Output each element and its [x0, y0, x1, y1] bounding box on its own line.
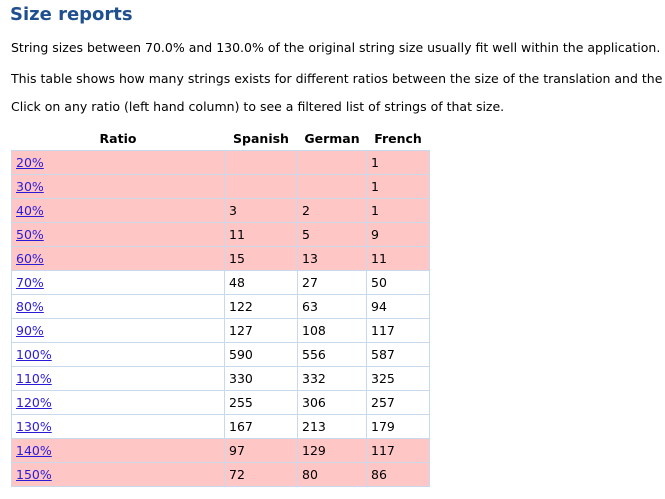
ratio-link[interactable]: 70% — [16, 275, 44, 290]
french-count-cell: 1 — [366, 150, 430, 175]
ratio-link[interactable]: 100% — [16, 347, 52, 362]
french-count-cell: 325 — [366, 366, 430, 391]
spanish-count-cell: 72 — [224, 462, 298, 487]
german-count-cell: 5 — [297, 222, 367, 247]
spanish-count-cell — [224, 150, 298, 175]
french-count-cell: 1 — [366, 198, 430, 223]
table-row: 70% 48 27 50 — [11, 270, 430, 295]
spanish-count-cell: 167 — [224, 414, 298, 439]
french-count-cell: 50 — [366, 270, 430, 295]
table-row: 60% 15 13 11 — [11, 246, 430, 271]
table-row: 100% 590 556 587 — [11, 342, 430, 367]
french-count-cell: 94 — [366, 294, 430, 319]
table-row: 130% 167 213 179 — [11, 414, 430, 439]
table-row: 120% 255 306 257 — [11, 390, 430, 415]
header-french: French — [366, 126, 430, 151]
spanish-count-cell: 3 — [224, 198, 298, 223]
french-count-cell: 587 — [366, 342, 430, 367]
size-reports-page: Size reports String sizes between 70.0% … — [0, 0, 665, 499]
size-report-table: Ratio Spanish German French 20% 1 30% 1 40% 3… — [11, 126, 430, 487]
german-count-cell: 213 — [297, 414, 367, 439]
german-count-cell: 80 — [297, 462, 367, 487]
table-body: 20% 1 30% 1 40% 3 2 1 50% 11 5 9 60% 15 13 11 70% 48 27 50 8… — [11, 150, 430, 487]
ratio-link[interactable]: 60% — [16, 251, 44, 266]
french-count-cell: 11 — [366, 246, 430, 271]
table-header-row: Ratio Spanish German French — [11, 126, 430, 151]
ratio-link[interactable]: 20% — [16, 155, 44, 170]
instruction-text: Click on any ratio (left hand column) to… — [11, 99, 505, 114]
intro-text: String sizes between 70.0% and 130.0% of… — [11, 40, 661, 55]
header-spanish: Spanish — [224, 126, 298, 151]
table-row: 40% 3 2 1 — [11, 198, 430, 223]
spanish-count-cell: 127 — [224, 318, 298, 343]
ratio-link[interactable]: 120% — [16, 395, 52, 410]
ratio-link[interactable]: 50% — [16, 227, 44, 242]
spanish-count-cell: 330 — [224, 366, 298, 391]
ratio-link[interactable]: 130% — [16, 419, 52, 434]
german-count-cell: 13 — [297, 246, 367, 271]
ratio-cell: 120% — [11, 390, 225, 415]
german-count-cell: 306 — [297, 390, 367, 415]
table-row: 150% 72 80 86 — [11, 462, 430, 487]
french-count-cell: 257 — [366, 390, 430, 415]
french-count-cell: 9 — [366, 222, 430, 247]
german-count-cell: 332 — [297, 366, 367, 391]
table-row: 80% 122 63 94 — [11, 294, 430, 319]
ratio-link[interactable]: 90% — [16, 323, 44, 338]
table-row: 30% 1 — [11, 174, 430, 199]
ratio-link[interactable]: 40% — [16, 203, 44, 218]
spanish-count-cell: 48 — [224, 270, 298, 295]
description-text: This table shows how many strings exists… — [11, 71, 665, 86]
spanish-count-cell: 97 — [224, 438, 298, 463]
ratio-cell: 150% — [11, 462, 225, 487]
ratio-cell: 40% — [11, 198, 225, 223]
page-title: Size reports — [10, 4, 133, 25]
ratio-cell: 110% — [11, 366, 225, 391]
german-count-cell: 27 — [297, 270, 367, 295]
ratio-cell: 140% — [11, 438, 225, 463]
german-count-cell: 63 — [297, 294, 367, 319]
german-count-cell — [297, 174, 367, 199]
ratio-link[interactable]: 30% — [16, 179, 44, 194]
ratio-cell: 90% — [11, 318, 225, 343]
french-count-cell: 1 — [366, 174, 430, 199]
ratio-link[interactable]: 140% — [16, 443, 52, 458]
french-count-cell: 117 — [366, 318, 430, 343]
ratio-link[interactable]: 80% — [16, 299, 44, 314]
table-row: 20% 1 — [11, 150, 430, 175]
ratio-cell: 70% — [11, 270, 225, 295]
table-row: 140% 97 129 117 — [11, 438, 430, 463]
french-count-cell: 117 — [366, 438, 430, 463]
german-count-cell: 2 — [297, 198, 367, 223]
header-ratio: Ratio — [11, 126, 225, 151]
table-row: 110% 330 332 325 — [11, 366, 430, 391]
french-count-cell: 86 — [366, 462, 430, 487]
german-count-cell — [297, 150, 367, 175]
german-count-cell: 108 — [297, 318, 367, 343]
spanish-count-cell: 122 — [224, 294, 298, 319]
spanish-count-cell — [224, 174, 298, 199]
table-row: 90% 127 108 117 — [11, 318, 430, 343]
ratio-cell: 30% — [11, 174, 225, 199]
ratio-link[interactable]: 110% — [16, 371, 52, 386]
header-german: German — [297, 126, 367, 151]
spanish-count-cell: 255 — [224, 390, 298, 415]
spanish-count-cell: 15 — [224, 246, 298, 271]
ratio-cell: 130% — [11, 414, 225, 439]
table-row: 50% 11 5 9 — [11, 222, 430, 247]
ratio-cell: 60% — [11, 246, 225, 271]
ratio-cell: 80% — [11, 294, 225, 319]
ratio-cell: 20% — [11, 150, 225, 175]
german-count-cell: 129 — [297, 438, 367, 463]
ratio-cell: 50% — [11, 222, 225, 247]
spanish-count-cell: 11 — [224, 222, 298, 247]
ratio-cell: 100% — [11, 342, 225, 367]
ratio-link[interactable]: 150% — [16, 467, 52, 482]
french-count-cell: 179 — [366, 414, 430, 439]
spanish-count-cell: 590 — [224, 342, 298, 367]
german-count-cell: 556 — [297, 342, 367, 367]
